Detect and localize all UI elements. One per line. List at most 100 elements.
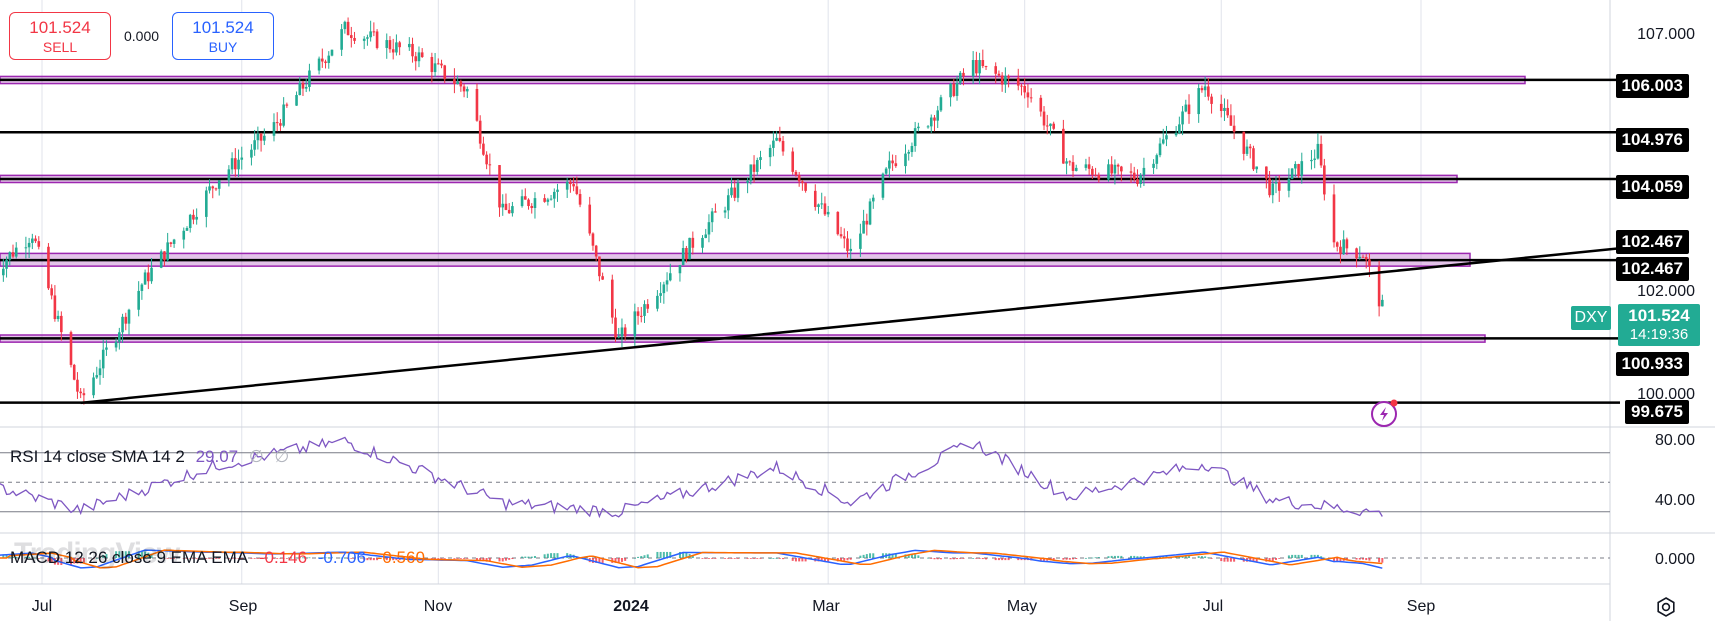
horizontal-levels[interactable] [0, 78, 1620, 404]
price-tick-107: 107.000 [1637, 26, 1695, 43]
candle-body-293 [1313, 158, 1316, 160]
level-tag-100933: 100.933 [1615, 352, 1689, 376]
candle-body-239 [1068, 161, 1072, 163]
candle-body-74 [324, 61, 327, 64]
macd-title: MACD 12 26 close 9 EMA EMA [10, 548, 249, 567]
macd-hist-bar-165 [733, 558, 736, 559]
macd-hist-bar-210 [936, 558, 939, 560]
candle-body-70 [304, 86, 308, 89]
macd-hist-bar-215 [959, 558, 962, 559]
candle-body-267 [1197, 88, 1200, 115]
candle-body-226 [1007, 75, 1010, 78]
candle-body-202 [904, 153, 907, 167]
candle-body-179 [797, 175, 801, 182]
candle-body-261 [1165, 135, 1168, 140]
candle-body-4 [8, 252, 12, 260]
candle-body-52 [227, 169, 231, 181]
candle-body-154 [685, 248, 688, 260]
candle-body-247 [1107, 164, 1110, 180]
macd-hist-bar-287 [1287, 555, 1290, 558]
candle-body-41 [172, 239, 176, 244]
macd-hist-bar-174 [775, 558, 778, 559]
macd-hist-bar-246 [1097, 557, 1100, 558]
candle-body-93 [411, 43, 414, 57]
macd-hist-bar-250 [1117, 555, 1120, 558]
macd-hist-bar-191 [849, 558, 852, 560]
macd-hist-bar-176 [782, 558, 785, 560]
pane-separators[interactable] [0, 426, 1715, 534]
candle-body-224 [1000, 75, 1004, 85]
candle-body-194 [865, 220, 869, 225]
macd-signal-value: -0.560 [376, 548, 425, 567]
candle-body-270 [1207, 86, 1210, 97]
candle-body-22 [92, 377, 95, 396]
candle-body-279 [1248, 146, 1252, 149]
candle-body-243 [1087, 164, 1091, 169]
macd-hist-bar-291 [1300, 554, 1303, 558]
candle-body-75 [327, 55, 331, 64]
rsi-extra-1: ∅ [248, 447, 264, 466]
candle-body-8 [27, 242, 31, 248]
candle-body-35 [147, 272, 150, 282]
candle-body-16 [60, 315, 63, 333]
candle-body-218 [975, 59, 978, 74]
candle-body-141 [623, 327, 627, 337]
candle-body-95 [417, 52, 421, 62]
macd-hist-bar-213 [952, 558, 955, 560]
candle-body-158 [704, 234, 708, 238]
candle-body-250 [1116, 164, 1120, 167]
candle-body-149 [662, 284, 666, 294]
candle-body-111 [488, 164, 492, 166]
candle-body-297 [1332, 194, 1336, 243]
candlestick-series [2, 17, 1384, 405]
macd-hist-bar-115 [508, 558, 511, 560]
buy-button[interactable]: 101.524 BUY [172, 12, 274, 60]
candle-body-182 [813, 190, 817, 207]
macd-hist-bar-159 [707, 558, 710, 559]
candle-body-171 [759, 157, 762, 161]
macd-hist-bar-114 [504, 558, 507, 561]
trendline[interactable] [80, 247, 1621, 405]
macd-hist-bar-175 [778, 558, 781, 559]
candle-body-97 [430, 56, 434, 73]
macd-line-value: -0.706 [317, 548, 366, 567]
macd-legend[interactable]: MACD 12 26 close 9 EMA EMA -0.146 -0.706… [10, 548, 431, 568]
macd-hist-bar-308 [1381, 558, 1384, 563]
macd-hist-bar-285 [1275, 558, 1278, 560]
macd-hist-bar-147 [656, 551, 659, 558]
candle-body-40 [169, 242, 173, 244]
sell-button[interactable]: 101.524 SELL [9, 12, 111, 60]
candle-body-227 [1016, 77, 1020, 86]
macd-hist-bar-245 [1094, 557, 1097, 559]
current-price-tag: 101.524 14:19:36 [1618, 304, 1700, 346]
time-label-sep-2024: Sep [1406, 598, 1436, 615]
rsi-legend[interactable]: RSI 14 close SMA 14 2 29.07 ∅ ∅ [10, 447, 295, 467]
candle-body-209 [933, 117, 936, 121]
rsi-tick-80: 80.00 [1654, 432, 1695, 449]
candle-body-2 [2, 268, 5, 276]
candle-body-263 [1178, 124, 1181, 133]
candle-body-163 [726, 195, 730, 211]
candle-body-183 [817, 204, 820, 207]
macd-hist-bar-141 [624, 558, 627, 561]
candle-body-11 [37, 241, 41, 247]
candle-body-79 [346, 21, 350, 36]
candle-body-21 [82, 393, 86, 396]
candle-body-305 [1364, 257, 1368, 260]
candle-body-168 [749, 164, 753, 181]
candle-body-45 [192, 214, 195, 220]
candle-body-235 [1049, 123, 1052, 127]
candle-body-15 [56, 315, 60, 320]
candle-body-91 [398, 42, 401, 48]
candle-body-161 [714, 211, 717, 213]
time-label-2024: 2024 [613, 598, 649, 615]
candle-body-24 [98, 368, 102, 376]
settings-icon[interactable] [1655, 596, 1677, 618]
candle-body-115 [507, 209, 511, 214]
lightning-alert-icon[interactable] [1370, 398, 1400, 428]
candle-body-129 [572, 184, 575, 187]
macd-hist-bar-307 [1378, 558, 1381, 563]
macd-hist-bar-286 [1278, 558, 1281, 559]
candle-body-215 [958, 72, 962, 83]
price-chart[interactable] [0, 0, 1715, 621]
